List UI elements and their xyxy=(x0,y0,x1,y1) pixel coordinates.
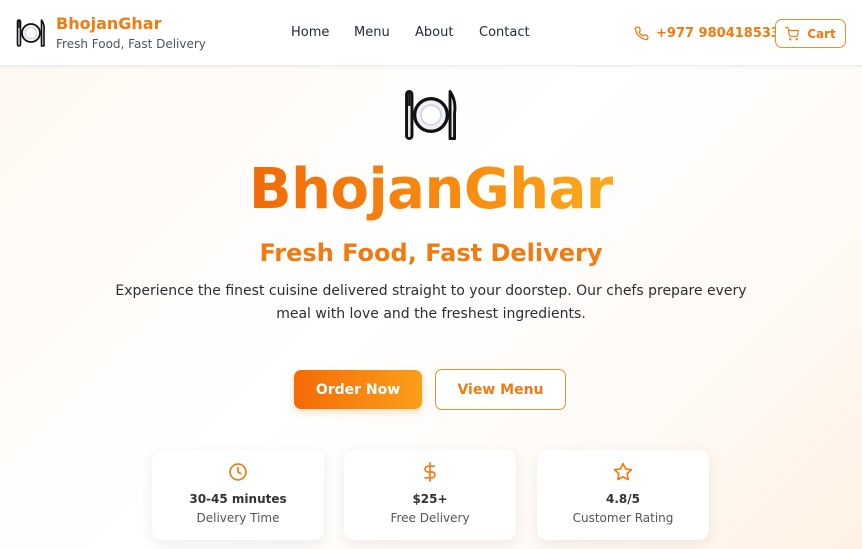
brand-tagline: Fresh Food, Fast Delivery xyxy=(56,37,206,51)
stat-value: $25+ xyxy=(412,492,448,506)
cart-label: Cart xyxy=(807,26,836,41)
phone-number: +977 9804185335 xyxy=(656,25,790,41)
phone-link[interactable]: +977 9804185335 xyxy=(634,24,789,42)
stat-card-delivery-time: 30-45 minutes Delivery Time xyxy=(152,450,324,540)
plate-fork-knife-icon[interactable] xyxy=(16,17,46,49)
clock-icon xyxy=(229,463,247,481)
hero-description: Experience the finest cuisine delivered … xyxy=(115,283,747,322)
plate-fork-knife-icon xyxy=(405,89,457,141)
nav-link-contact[interactable]: Contact xyxy=(479,25,530,40)
stat-card-free-delivery: $25+ Free Delivery xyxy=(344,450,516,540)
stat-value: 4.8/5 xyxy=(606,492,640,506)
stat-value: 30-45 minutes xyxy=(189,492,287,506)
hero-subtitle: Fresh Food, Fast Delivery xyxy=(259,239,603,267)
star-icon xyxy=(613,462,633,481)
order-now-button[interactable]: Order Now xyxy=(294,370,422,409)
dollar-icon xyxy=(424,462,436,482)
stat-label: Delivery Time xyxy=(196,511,280,525)
cart-button[interactable]: Cart xyxy=(775,19,846,48)
phone-icon xyxy=(634,26,649,40)
hero-title: BhojanGhar xyxy=(248,157,614,222)
view-menu-button[interactable]: View Menu xyxy=(435,369,566,410)
stat-card-customer-rating: 4.8/5 Customer Rating xyxy=(537,450,709,540)
site-header: BhojanGhar Fresh Food, Fast Delivery Hom… xyxy=(0,0,862,66)
nav-link-about[interactable]: About xyxy=(415,25,453,40)
stat-label: Free Delivery xyxy=(390,511,470,525)
brand-name[interactable]: BhojanGhar xyxy=(56,14,161,33)
nav-link-home[interactable]: Home xyxy=(291,25,329,40)
stat-label: Customer Rating xyxy=(572,511,674,525)
cart-icon xyxy=(785,26,800,40)
hero-section: BhojanGhar Fresh Food, Fast Delivery Exp… xyxy=(0,66,862,549)
nav-link-menu[interactable]: Menu xyxy=(354,25,390,40)
